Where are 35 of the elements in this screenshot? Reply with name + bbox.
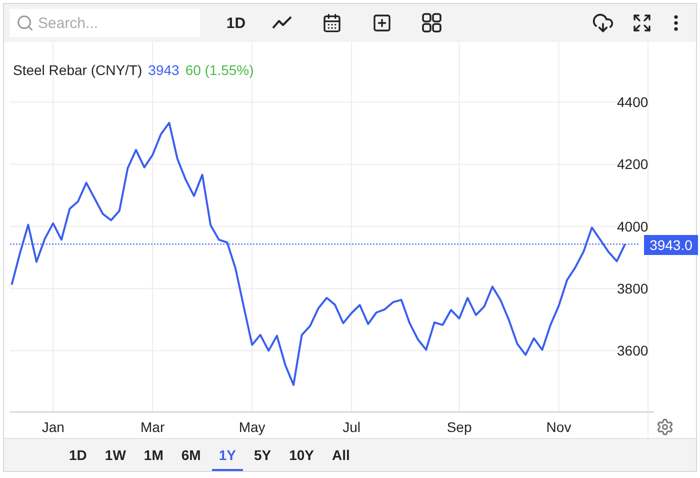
y-axis-label: 3600	[617, 342, 648, 359]
interval-button[interactable]: 1D	[222, 9, 250, 37]
search-field[interactable]: Search...	[10, 9, 200, 37]
cloud-download-icon	[592, 12, 614, 34]
expand-icon	[632, 13, 652, 33]
x-axis-label: Jul	[342, 419, 360, 435]
range-tab[interactable]: 1D	[62, 439, 94, 471]
settings-icon	[656, 418, 674, 436]
y-axis-label: 3800	[617, 280, 648, 297]
x-axis-label: May	[238, 419, 266, 435]
x-axis-label: Jan	[42, 419, 64, 435]
calendar-icon	[322, 13, 342, 33]
x-axis-label: Sep	[446, 419, 472, 435]
y-axis-label: 4000	[617, 218, 648, 234]
more-icon	[674, 15, 678, 31]
range-tab[interactable]: 1W	[98, 439, 133, 471]
range-tab[interactable]: 5Y	[246, 439, 278, 471]
range-tab[interactable]: 1M	[136, 439, 170, 471]
line-chart-icon	[272, 16, 292, 30]
range-tab[interactable]: 6M	[174, 439, 208, 471]
x-axis-label: Mar	[140, 419, 165, 435]
range-tab[interactable]: All	[324, 439, 357, 471]
last-price-label: 3943.0	[644, 235, 698, 256]
settings-button[interactable]	[656, 418, 674, 436]
search-icon	[16, 14, 34, 32]
y-axis-label: 4400	[617, 94, 648, 110]
x-axis-label: Nov	[546, 419, 572, 435]
price-value: 3943	[148, 62, 180, 78]
range-tab[interactable]: 10Y	[282, 439, 321, 471]
plus-square-icon	[372, 13, 392, 33]
y-axis-label: 4200	[617, 156, 648, 172]
instrument-name: Steel Rebar (CNY/T)	[13, 62, 142, 78]
price-change: 60 (1.55%)	[185, 62, 254, 78]
range-tab[interactable]: 1Y	[212, 439, 243, 471]
grid-icon	[422, 13, 442, 33]
